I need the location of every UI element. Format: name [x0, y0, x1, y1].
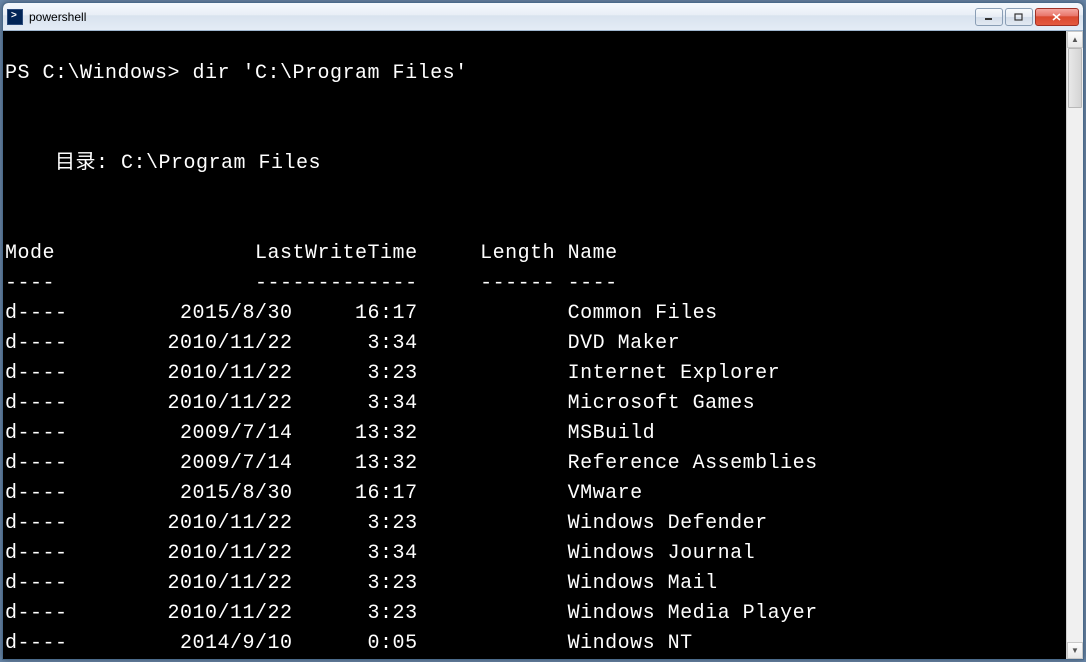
minimize-icon [984, 13, 994, 21]
scroll-down-button[interactable]: ▼ [1067, 642, 1083, 659]
scroll-track[interactable] [1067, 48, 1083, 642]
terminal-output[interactable]: PS C:\Windows> dir 'C:\Program Files' 目录… [3, 31, 1066, 659]
powershell-window: powershell PS C:\Windows> dir 'C:\Progra… [2, 2, 1084, 660]
powershell-icon [7, 9, 23, 25]
window-title: powershell [29, 10, 973, 24]
scroll-up-button[interactable]: ▲ [1067, 31, 1083, 48]
minimize-button[interactable] [975, 8, 1003, 26]
close-icon [1052, 13, 1062, 21]
window-buttons [973, 8, 1079, 26]
vertical-scrollbar[interactable]: ▲ ▼ [1066, 31, 1083, 659]
maximize-icon [1014, 13, 1024, 21]
title-bar[interactable]: powershell [3, 3, 1083, 31]
close-button[interactable] [1035, 8, 1079, 26]
console-area: PS C:\Windows> dir 'C:\Program Files' 目录… [3, 31, 1083, 659]
scroll-thumb[interactable] [1068, 48, 1082, 108]
maximize-button[interactable] [1005, 8, 1033, 26]
